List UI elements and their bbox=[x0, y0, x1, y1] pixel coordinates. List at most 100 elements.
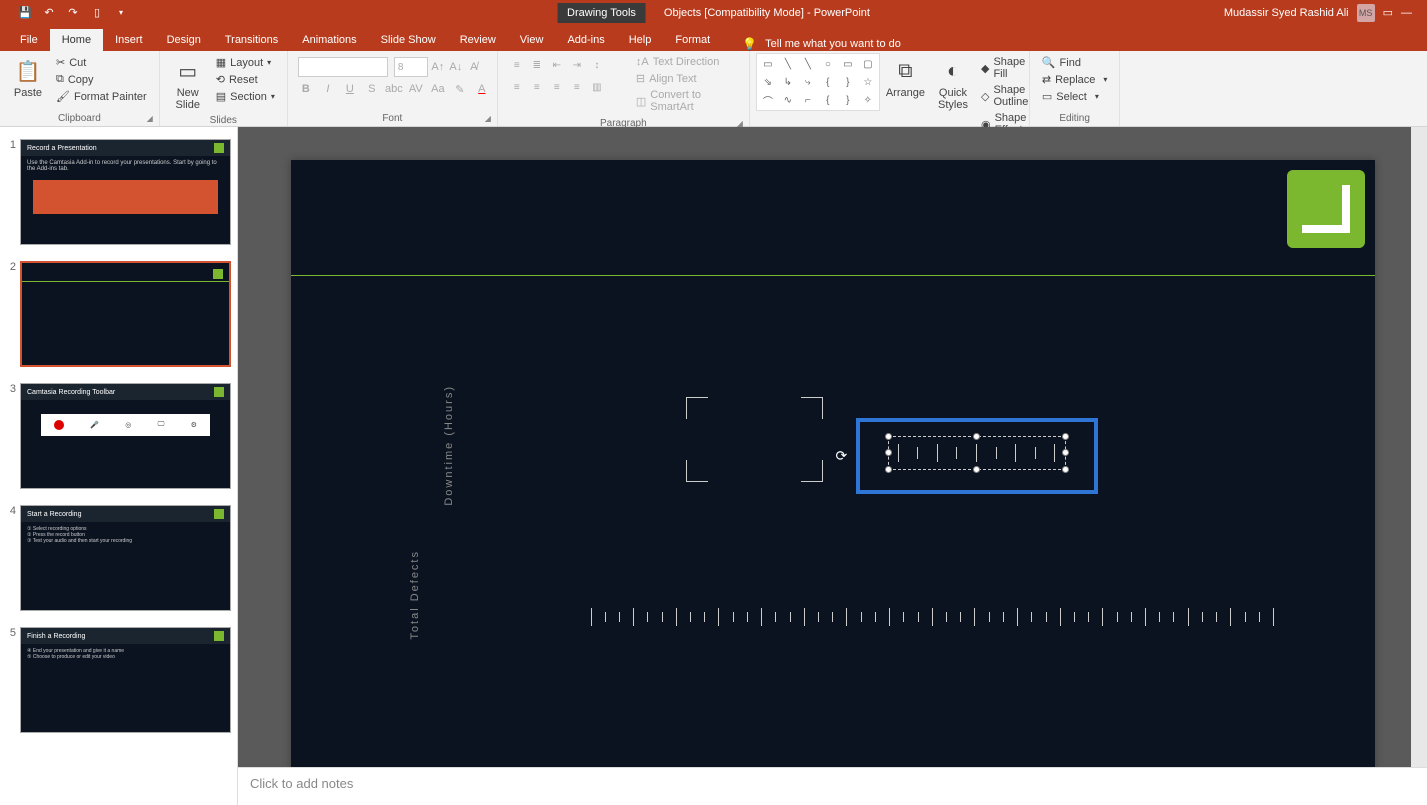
rotate-handle-icon[interactable]: ⟳ bbox=[836, 448, 848, 465]
quick-styles-button[interactable]: ◐ Quick Styles bbox=[931, 53, 975, 113]
tab-animations[interactable]: Animations bbox=[290, 29, 368, 51]
bold-button[interactable]: B bbox=[298, 81, 314, 97]
notes-pane[interactable]: Click to add notes bbox=[238, 767, 1427, 805]
increase-font-icon[interactable]: A↑ bbox=[430, 59, 446, 75]
text-direction-button[interactable]: ↕AText Direction bbox=[634, 55, 739, 69]
layout-button[interactable]: ▦Layout▾ bbox=[214, 55, 277, 70]
shape-rect2-icon[interactable]: ▭ bbox=[839, 56, 857, 72]
resize-handle[interactable] bbox=[973, 433, 980, 440]
tab-addins[interactable]: Add-ins bbox=[555, 29, 616, 51]
shape-oval-icon[interactable]: ○ bbox=[819, 56, 837, 72]
copy-button[interactable]: ⧉Copy bbox=[54, 72, 149, 87]
shape-brace3-icon[interactable]: { bbox=[819, 92, 837, 108]
shape-outline-button[interactable]: ◇Shape Outline bbox=[979, 83, 1030, 109]
justify-button[interactable]: ≡ bbox=[568, 79, 586, 95]
tab-help[interactable]: Help bbox=[617, 29, 664, 51]
shape-arrow1-icon[interactable]: ⇘ bbox=[759, 74, 777, 90]
shape-brace1-icon[interactable]: { bbox=[819, 74, 837, 90]
tab-transitions[interactable]: Transitions bbox=[213, 29, 290, 51]
font-launcher-icon[interactable]: ◢ bbox=[485, 114, 491, 123]
tab-slideshow[interactable]: Slide Show bbox=[369, 29, 448, 51]
bullets-button[interactable]: ≡ bbox=[508, 57, 526, 73]
strikethrough-button[interactable]: S bbox=[364, 81, 380, 97]
shape-arrow3-icon[interactable]: ⤷ bbox=[799, 74, 817, 90]
tab-insert[interactable]: Insert bbox=[103, 29, 155, 51]
slide-thumbnail-4[interactable]: Start a Recording ① Select recording opt… bbox=[20, 505, 231, 611]
replace-button[interactable]: ⇄Replace▾ bbox=[1040, 72, 1110, 87]
ribbon-display-options-icon[interactable]: ▭ bbox=[1383, 6, 1393, 19]
shape-roundrect-icon[interactable]: ▢ bbox=[859, 56, 877, 72]
shape-arrow2-icon[interactable]: ↳ bbox=[779, 74, 797, 90]
slide-thumbnail-1[interactable]: Record a Presentation Use the Camtasia A… bbox=[20, 139, 231, 245]
start-from-beginning-icon[interactable]: ▯ bbox=[90, 6, 104, 20]
user-avatar[interactable]: MS bbox=[1357, 4, 1375, 22]
italic-button[interactable]: I bbox=[320, 81, 336, 97]
tell-me-search[interactable]: 💡 Tell me what you want to do bbox=[722, 37, 901, 51]
font-color-button[interactable]: A bbox=[474, 81, 490, 97]
slide-thumbnail-2[interactable] bbox=[20, 261, 231, 367]
slide-thumbnail-3[interactable]: Camtasia Recording Toolbar 🎤◎🖵⚙ bbox=[20, 383, 231, 489]
line-spacing-button[interactable]: ↕ bbox=[588, 57, 606, 73]
section-button[interactable]: ▤Section▾ bbox=[214, 89, 277, 104]
find-button[interactable]: 🔍Find bbox=[1040, 55, 1110, 70]
align-text-button[interactable]: ⊟Align Text bbox=[634, 71, 739, 86]
shape-line2-icon[interactable]: ╲ bbox=[799, 56, 817, 72]
cut-button[interactable]: ✂Cut bbox=[54, 55, 149, 70]
tab-file[interactable]: File bbox=[8, 29, 50, 51]
align-center-button[interactable]: ≡ bbox=[528, 79, 546, 95]
decrease-indent-button[interactable]: ⇤ bbox=[548, 57, 566, 73]
redo-icon[interactable]: ↷ bbox=[66, 6, 80, 20]
arrange-button[interactable]: ⧉ Arrange bbox=[880, 53, 931, 101]
shape-curve-icon[interactable]: ∿ bbox=[779, 92, 797, 108]
clear-formatting-icon[interactable]: A̸ bbox=[466, 59, 482, 75]
shape-fill-button[interactable]: ◆Shape Fill bbox=[979, 55, 1030, 81]
tab-home[interactable]: Home bbox=[50, 29, 103, 51]
slide-editor[interactable]: Downtime (Hours) Total Defects ⟳ bbox=[238, 127, 1427, 805]
font-highlight-button[interactable]: ✎ bbox=[452, 81, 468, 97]
resize-handle[interactable] bbox=[885, 433, 892, 440]
change-case-button[interactable]: Aa bbox=[430, 81, 446, 97]
increase-indent-button[interactable]: ⇥ bbox=[568, 57, 586, 73]
resize-handle[interactable] bbox=[885, 449, 892, 456]
shape-star-icon[interactable]: ☆ bbox=[859, 74, 877, 90]
qat-customize-icon[interactable]: ▾ bbox=[114, 6, 128, 20]
minimize-icon[interactable]: — bbox=[1401, 7, 1412, 19]
align-left-button[interactable]: ≡ bbox=[508, 79, 526, 95]
numbering-button[interactable]: ≣ bbox=[528, 57, 546, 73]
tab-view[interactable]: View bbox=[508, 29, 556, 51]
selected-shape[interactable]: ⟳ bbox=[856, 418, 1098, 494]
shape-callout-icon[interactable]: ✧ bbox=[859, 92, 877, 108]
new-slide-button[interactable]: ▭ New Slide bbox=[166, 53, 210, 113]
shape-rectangle-icon[interactable]: ▭ bbox=[759, 56, 777, 72]
shape-line-icon[interactable]: ╲ bbox=[779, 56, 797, 72]
tab-format[interactable]: Format bbox=[663, 29, 722, 51]
save-icon[interactable]: 💾 bbox=[18, 6, 32, 20]
convert-smartart-button[interactable]: ◫Convert to SmartArt bbox=[634, 88, 739, 114]
character-spacing-button[interactable]: AV bbox=[408, 81, 424, 97]
underline-button[interactable]: U bbox=[342, 81, 358, 97]
vertical-scrollbar[interactable] bbox=[1411, 127, 1427, 767]
shape-brace2-icon[interactable]: } bbox=[839, 74, 857, 90]
resize-handle[interactable] bbox=[973, 466, 980, 473]
text-shadow-button[interactable]: abc bbox=[386, 81, 402, 97]
format-painter-button[interactable]: 🖌Format Painter bbox=[54, 89, 149, 104]
undo-icon[interactable]: ↶ bbox=[42, 6, 56, 20]
columns-button[interactable]: ▥ bbox=[588, 79, 606, 95]
reset-button[interactable]: ⟲Reset bbox=[214, 72, 277, 87]
clipboard-launcher-icon[interactable]: ◢ bbox=[147, 114, 153, 123]
tab-review[interactable]: Review bbox=[448, 29, 508, 51]
shape-connector-icon[interactable]: ⌐ bbox=[799, 92, 817, 108]
font-size-combo[interactable]: 8 bbox=[394, 57, 428, 77]
resize-handle[interactable] bbox=[885, 466, 892, 473]
resize-handle[interactable] bbox=[1062, 466, 1069, 473]
shape-arc-icon[interactable]: ⌒ bbox=[759, 92, 777, 108]
font-family-combo[interactable] bbox=[298, 57, 388, 77]
selection-bounding-box[interactable] bbox=[888, 436, 1066, 470]
paste-button[interactable]: 📋 Paste bbox=[6, 53, 50, 101]
slide-canvas[interactable]: Downtime (Hours) Total Defects ⟳ bbox=[291, 160, 1375, 772]
select-button[interactable]: ▭Select▾ bbox=[1040, 89, 1110, 104]
shape-brace4-icon[interactable]: } bbox=[839, 92, 857, 108]
shapes-gallery[interactable]: ▭╲╲○▭▢ ⇘↳⤷{}☆ ⌒∿⌐{}✧ bbox=[756, 53, 880, 111]
resize-handle[interactable] bbox=[1062, 449, 1069, 456]
resize-handle[interactable] bbox=[1062, 433, 1069, 440]
